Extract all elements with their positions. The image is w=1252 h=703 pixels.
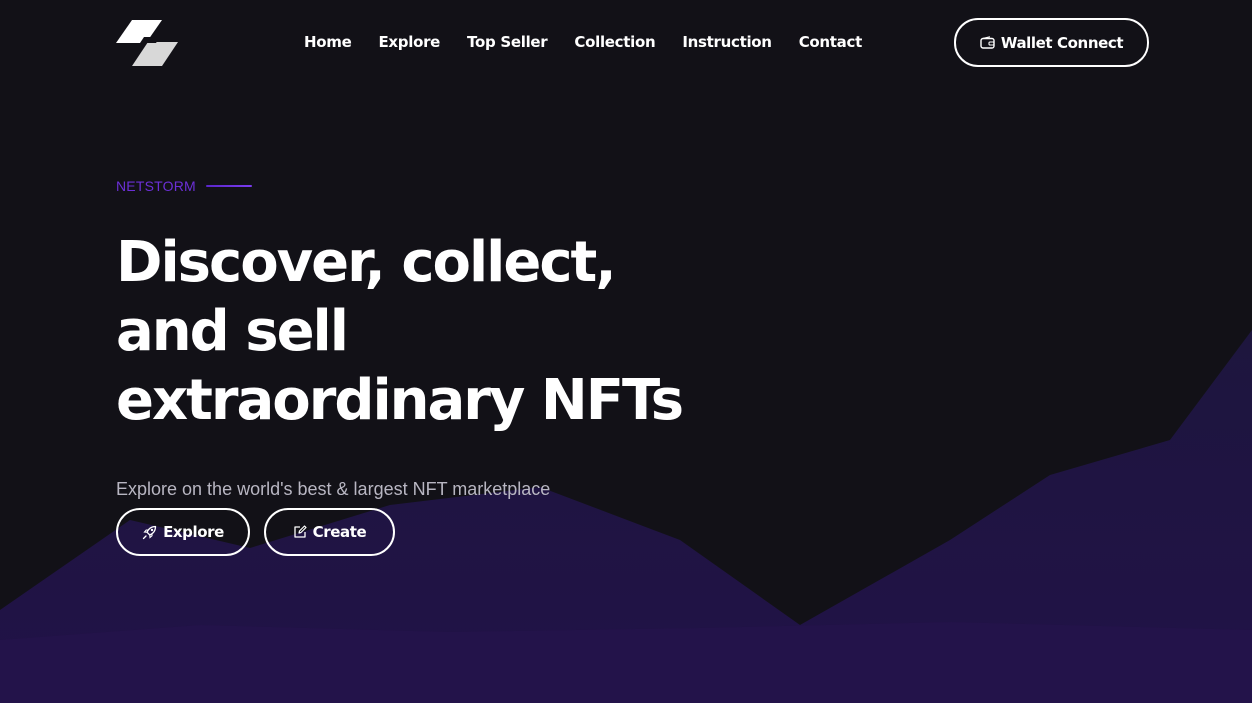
- wallet-icon: [980, 36, 995, 49]
- create-button-label: Create: [312, 523, 367, 541]
- explore-button[interactable]: Explore: [116, 508, 250, 556]
- eyebrow-text: NETSTORM: [116, 178, 196, 194]
- nav-link-top-seller[interactable]: Top Seller: [467, 31, 548, 53]
- explore-button-label: Explore: [163, 523, 224, 541]
- hero-cta-row: Explore Create: [116, 508, 395, 556]
- nav-link-instruction[interactable]: Instruction: [682, 31, 772, 53]
- hero-subtitle: Explore on the world's best & largest NF…: [116, 479, 551, 499]
- wallet-connect-label: Wallet Connect: [1000, 33, 1124, 52]
- headline-line-2: and sell: [116, 299, 349, 364]
- create-button[interactable]: Create: [264, 508, 395, 556]
- nav-link-contact[interactable]: Contact: [799, 31, 863, 53]
- hero-eyebrow: NETSTORM: [116, 176, 252, 196]
- rocket-icon: [142, 525, 157, 540]
- main-nav: Home Explore Top Seller Collection Instr…: [304, 31, 862, 53]
- headline-line-3: extraordinary NFTs: [116, 368, 684, 433]
- nav-link-explore[interactable]: Explore: [378, 31, 440, 53]
- headline-line-1: Discover, collect,: [116, 230, 617, 295]
- eyebrow-divider: [205, 185, 252, 187]
- nav-link-collection[interactable]: Collection: [574, 31, 655, 53]
- top-navbar: Home Explore Top Seller Collection Instr…: [0, 0, 1252, 84]
- logo[interactable]: [116, 20, 178, 66]
- hero-section: NETSTORM Discover, collect, and sell ext…: [116, 176, 684, 556]
- nav-link-home[interactable]: Home: [304, 31, 352, 53]
- edit-icon: [293, 525, 307, 539]
- wallet-connect-button[interactable]: Wallet Connect: [954, 18, 1149, 67]
- hero-headline: Discover, collect, and sell extraordinar…: [116, 228, 756, 435]
